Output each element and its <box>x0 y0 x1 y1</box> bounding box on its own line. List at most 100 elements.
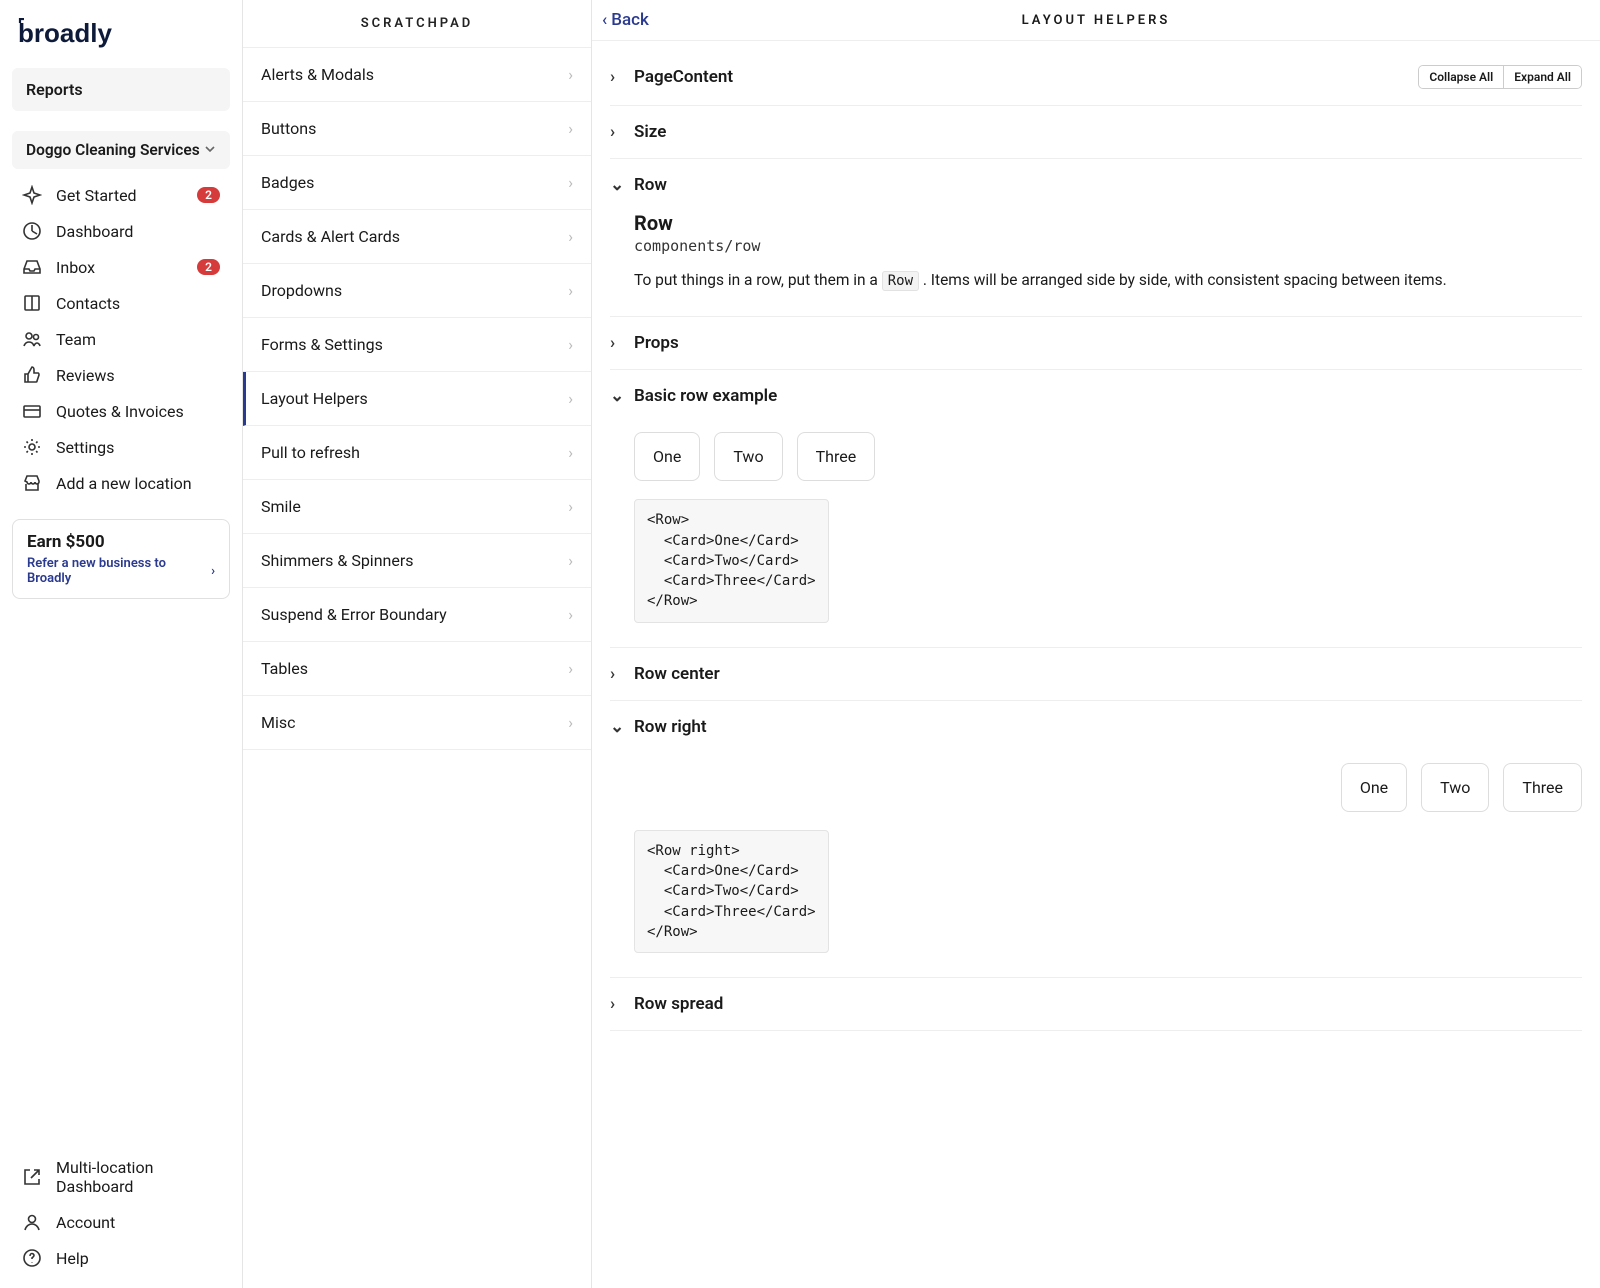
external-icon <box>22 1167 42 1187</box>
chevron-right-icon: › <box>568 605 573 624</box>
bottom-nav: Multi-location Dashboard Account Help <box>12 1150 230 1276</box>
nav-label: Reviews <box>56 366 220 385</box>
example-card: Three <box>1503 763 1582 812</box>
scratchpad-item-label: Cards & Alert Cards <box>261 227 400 246</box>
chevron-right-icon: › <box>610 67 624 87</box>
section-row[interactable]: ⌄ Row <box>610 165 1582 205</box>
inbox-icon <box>22 257 42 277</box>
contacts-icon <box>22 293 42 313</box>
chevron-right-icon: › <box>610 333 624 353</box>
scratchpad-item-label: Suspend & Error Boundary <box>261 605 447 624</box>
scratchpad-item-label: Badges <box>261 173 314 192</box>
reports-button[interactable]: Reports <box>12 68 230 111</box>
card-icon <box>22 401 42 421</box>
nav-help[interactable]: Help <box>12 1240 230 1276</box>
expand-all-button[interactable]: Expand All <box>1503 66 1581 88</box>
scratchpad-item-label: Forms & Settings <box>261 335 383 354</box>
chevron-right-icon: › <box>568 281 573 300</box>
scratchpad-item[interactable]: Shimmers & Spinners› <box>243 534 591 588</box>
nav-inbox[interactable]: Inbox 2 <box>12 249 230 285</box>
nav-settings[interactable]: Settings <box>12 429 230 465</box>
example-card: Two <box>1421 763 1489 812</box>
nav-add-location[interactable]: Add a new location <box>12 465 230 501</box>
chevron-right-icon: › <box>610 664 624 684</box>
org-name: Doggo Cleaning Services <box>26 141 200 159</box>
example-card: One <box>634 432 700 481</box>
nav-multi-location[interactable]: Multi-location Dashboard <box>12 1150 230 1204</box>
section-row-center[interactable]: › Row center <box>610 654 1582 694</box>
section-row-spread[interactable]: › Row spread <box>610 984 1582 1024</box>
scratchpad-item[interactable]: Misc› <box>243 696 591 750</box>
badge-count: 2 <box>197 259 220 275</box>
scratchpad-item[interactable]: Suspend & Error Boundary › <box>243 588 591 642</box>
chevron-right-icon: › <box>568 659 573 678</box>
detail-header: ‹ Back LAYOUT HELPERS <box>592 0 1600 41</box>
chevron-down-icon: ⌄ <box>610 717 624 737</box>
earn-promo[interactable]: Earn $500 Refer a new business to Broadl… <box>12 519 230 599</box>
section-size[interactable]: › Size <box>610 112 1582 152</box>
scratchpad-item-label: Pull to refresh <box>261 443 360 462</box>
nav-label: Help <box>56 1249 220 1268</box>
nav-account[interactable]: Account <box>12 1204 230 1240</box>
nav-label: Multi-location Dashboard <box>56 1158 220 1196</box>
gear-icon <box>22 437 42 457</box>
scratchpad-item-label: Layout Helpers <box>261 389 368 408</box>
code-block: <Row right> <Card>One</Card> <Card>Two</… <box>634 830 829 953</box>
sidebar: broadly Reports Doggo Cleaning Services … <box>0 0 243 1288</box>
org-selector[interactable]: Doggo Cleaning Services <box>12 131 230 169</box>
chevron-right-icon: › <box>568 335 573 354</box>
chevron-right-icon: › <box>568 65 573 84</box>
chevron-right-icon: › <box>568 227 573 246</box>
section-basic-row[interactable]: ⌄ Basic row example <box>610 376 1582 416</box>
help-icon <box>22 1248 42 1268</box>
detail-title: LAYOUT HELPERS <box>1022 13 1171 28</box>
nav-team[interactable]: Team <box>12 321 230 357</box>
row-doc: Row components/row To put things in a ro… <box>634 205 1582 310</box>
nav-dashboard[interactable]: Dashboard <box>12 213 230 249</box>
collapse-all-button[interactable]: Collapse All <box>1419 66 1503 88</box>
basic-row-example: One Two Three <Row> <Card>One</Card> <Ca… <box>634 416 1582 640</box>
chevron-right-icon: › <box>568 497 573 516</box>
scratchpad-item[interactable]: Badges › <box>243 156 591 210</box>
chevron-right-icon: › <box>568 173 573 192</box>
example-row-right: One Two Three <box>634 763 1582 812</box>
person-icon <box>22 1212 42 1232</box>
scratchpad-item[interactable]: Smile› <box>243 480 591 534</box>
scratchpad-item[interactable]: Tables› <box>243 642 591 696</box>
nav-reviews[interactable]: Reviews <box>12 357 230 393</box>
example-row: One Two Three <box>634 432 1582 481</box>
chevron-right-icon: › <box>568 551 573 570</box>
scratchpad-item[interactable]: Cards & Alert Cards › <box>243 210 591 264</box>
logo: broadly <box>18 18 224 48</box>
svg-text:broadly: broadly <box>18 18 112 48</box>
row-right-example: One Two Three <Row right> <Card>One</Car… <box>634 747 1582 971</box>
nav-contacts[interactable]: Contacts <box>12 285 230 321</box>
nav-label: Inbox <box>56 258 183 277</box>
chevron-right-icon: › <box>568 389 573 408</box>
thumbs-up-icon <box>22 365 42 385</box>
section-pagecontent[interactable]: › PageContent Collapse All Expand All <box>610 55 1582 99</box>
nav-label: Account <box>56 1213 220 1232</box>
scratchpad-item[interactable]: Alerts & Modals › <box>243 48 591 102</box>
scratchpad-title: SCRATCHPAD <box>243 0 591 47</box>
scratchpad-item[interactable]: Pull to refresh› <box>243 426 591 480</box>
row-path: components/row <box>634 237 1582 255</box>
sparkle-icon <box>22 185 42 205</box>
earn-link[interactable]: Refer a new business to Broadly › <box>27 556 215 586</box>
scratchpad-item[interactable]: Layout Helpers › <box>243 372 591 426</box>
scratchpad-item[interactable]: Forms & Settings › <box>243 318 591 372</box>
nav-get-started[interactable]: Get Started 2 <box>12 177 230 213</box>
scratchpad-item-label: Alerts & Modals <box>261 65 374 84</box>
section-row-right[interactable]: ⌄ Row right <box>610 707 1582 747</box>
scratchpad-item[interactable]: Buttons› <box>243 102 591 156</box>
section-props[interactable]: › Props <box>610 323 1582 363</box>
chevron-left-icon: ‹ <box>602 10 607 30</box>
chevron-right-icon: › <box>211 564 215 579</box>
badge-count: 2 <box>197 187 220 203</box>
nav-invoices[interactable]: Quotes & Invoices <box>12 393 230 429</box>
back-button[interactable]: ‹ Back <box>602 10 649 30</box>
scratchpad-item[interactable]: Dropdowns› <box>243 264 591 318</box>
example-card: Two <box>714 432 782 481</box>
nav-label: Settings <box>56 438 220 457</box>
caret-down-icon <box>204 141 216 159</box>
